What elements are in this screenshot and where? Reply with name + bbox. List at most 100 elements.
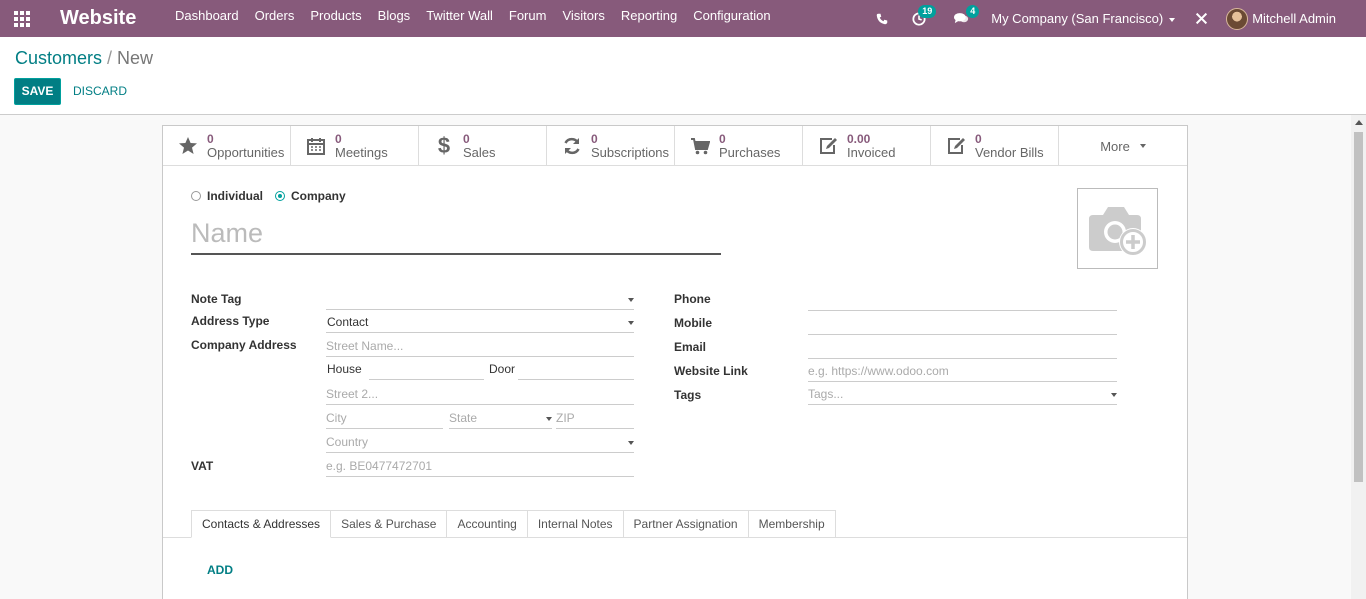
stat-value: 0 [975,132,982,146]
apps-menu-icon[interactable] [0,0,44,37]
company-type-radio: Individual Company [191,189,358,203]
mobile-input[interactable] [808,313,1117,335]
discard-button[interactable]: DISCARD [73,78,127,105]
house-input[interactable] [369,358,484,380]
address-type-label: Address Type [191,314,270,328]
image-upload[interactable] [1077,188,1158,269]
breadcrumb-current: New [117,48,154,68]
menu-configuration[interactable]: Configuration [685,0,778,37]
camera-add-icon [1088,206,1147,256]
app-title[interactable]: Website [60,7,167,30]
note-tag-label: Note Tag [191,292,242,306]
save-button[interactable]: SAVE [14,78,61,105]
country-placeholder: Country [326,435,369,449]
website-input[interactable]: e.g. https://www.odoo.com [808,360,1117,382]
scrollbar-thumb[interactable] [1354,132,1363,482]
phone-icon[interactable] [868,0,896,37]
menu-twitter-wall[interactable]: Twitter Wall [418,0,501,37]
vendor-bills-button[interactable]: 0 Vendor Bills [931,126,1059,166]
meetings-button[interactable]: 0 Meetings [291,126,419,166]
messages-icon[interactable]: 4 [946,0,980,37]
smart-buttons: 0 Opportunities 0 Meetings $ 0 Sales 0 Subsc… [163,126,1187,166]
email-label: Email [674,340,707,354]
more-button[interactable]: More [1059,126,1187,166]
purchases-button[interactable]: 0 Purchases [675,126,803,166]
individual-label[interactable]: Individual [207,189,263,203]
tags-select[interactable]: Tags... [808,383,1117,405]
menu-visitors[interactable]: Visitors [554,0,612,37]
menu-orders[interactable]: Orders [247,0,303,37]
company-label[interactable]: Company [291,189,346,203]
subscriptions-button[interactable]: 0 Subscriptions [547,126,675,166]
more-label: More [1100,138,1130,154]
form-sheet: 0 Opportunities 0 Meetings $ 0 Sales 0 Subsc… [162,125,1188,599]
notebook-tabs: Contacts & Addresses Sales & Purchase Ac… [191,510,836,538]
activity-count-badge: 19 [918,5,937,18]
vat-label: VAT [191,459,214,473]
chevron-down-icon [628,298,634,302]
stat-label: Subscriptions [591,145,670,160]
star-icon [177,135,199,157]
chevron-down-icon [1139,144,1146,148]
tab-accounting[interactable]: Accounting [447,510,528,538]
door-input[interactable] [518,358,634,380]
individual-radio[interactable] [191,191,201,201]
address-type-select[interactable]: Contact [326,311,634,333]
scroll-up-icon[interactable] [1355,120,1363,125]
opportunities-button[interactable]: 0 Opportunities [163,126,291,166]
stat-label: Purchases [719,145,781,160]
street-input[interactable]: Street Name... [326,335,634,357]
website-label: Website Link [674,364,748,378]
invoiced-button[interactable]: 0.00 Invoiced [803,126,931,166]
edit-icon [817,135,839,157]
note-tag-select[interactable] [326,288,634,310]
chevron-down-icon [1111,393,1117,397]
zip-input[interactable]: ZIP [556,407,634,429]
tab-sales-purchase[interactable]: Sales & Purchase [331,510,448,538]
user-menu[interactable]: Mitchell Admin [1216,7,1366,30]
breadcrumb-separator: / [107,48,113,68]
sales-button[interactable]: $ 0 Sales [419,126,547,166]
stat-value: 0 [591,132,598,146]
street2-input[interactable]: Street 2... [326,383,634,405]
name-input[interactable]: Name [191,213,721,255]
add-contact-button[interactable]: ADD [207,563,233,577]
chevron-down-icon [628,321,634,325]
menu-blogs[interactable]: Blogs [370,0,419,37]
svg-text:$: $ [438,135,450,157]
tab-membership[interactable]: Membership [748,510,836,538]
debug-tools-icon[interactable] [1187,0,1216,37]
city-input[interactable]: City [326,407,443,429]
stat-value: 0 [719,132,726,146]
country-select[interactable]: Country [326,431,634,453]
menu-forum[interactable]: Forum [501,0,555,37]
vat-input[interactable]: e.g. BE0477472701 [326,455,634,477]
tags-label: Tags [674,388,702,402]
address-type-value: Contact [327,315,369,329]
stat-label: Vendor Bills [975,145,1044,160]
menu-products[interactable]: Products [302,0,369,37]
phone-input[interactable] [808,289,1117,311]
menu-dashboard[interactable]: Dashboard [167,0,247,37]
stat-value: 0.00 [847,132,871,146]
breadcrumb-customers[interactable]: Customers [15,48,102,68]
mobile-label: Mobile [674,316,712,330]
menu-reporting[interactable]: Reporting [613,0,685,37]
tab-partner-assignation[interactable]: Partner Assignation [623,510,749,538]
stat-label: Sales [463,145,496,160]
scrollbar[interactable] [1351,115,1366,599]
edit-icon [945,135,967,157]
company-radio[interactable] [275,191,286,201]
state-placeholder: State [449,411,478,425]
company-name: My Company (San Francisco) [991,11,1164,26]
phone-label: Phone [674,292,711,306]
main-menu: Dashboard Orders Products Blogs Twitter … [167,0,779,37]
activity-clock-icon[interactable]: 19 [904,0,937,37]
stat-label: Invoiced [847,145,896,160]
tab-internal-notes[interactable]: Internal Notes [527,510,624,538]
company-switcher[interactable]: My Company (San Francisco) [977,11,1187,26]
email-input[interactable] [808,337,1117,359]
tab-contacts-addresses[interactable]: Contacts & Addresses [191,510,332,538]
chevron-down-icon [546,417,552,421]
state-select[interactable]: State [449,407,552,429]
